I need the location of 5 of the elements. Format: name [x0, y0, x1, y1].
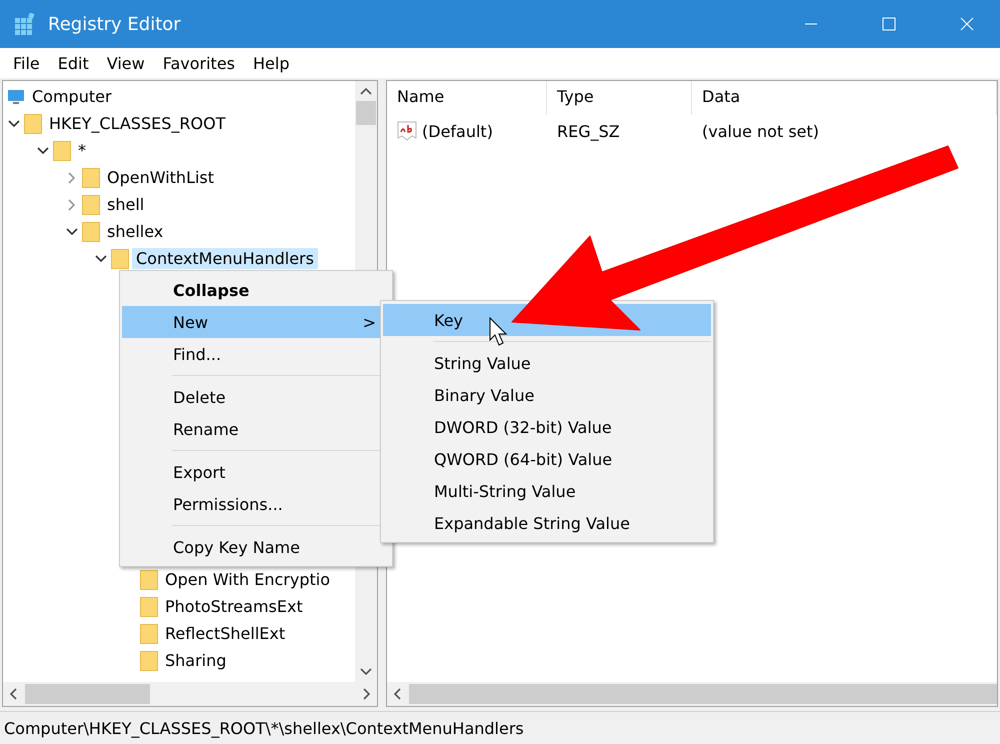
table-cell-text: REG_SZ	[556, 120, 621, 141]
table-cell-text: (value not set)	[701, 120, 820, 141]
window-title: Registry Editor	[48, 14, 182, 34]
status-bar-path: Computer\HKEY_CLASSES_ROOT\*\shellex\ContextMenuHandlers	[4, 718, 524, 738]
table-cell: (Default)	[387, 115, 547, 141]
